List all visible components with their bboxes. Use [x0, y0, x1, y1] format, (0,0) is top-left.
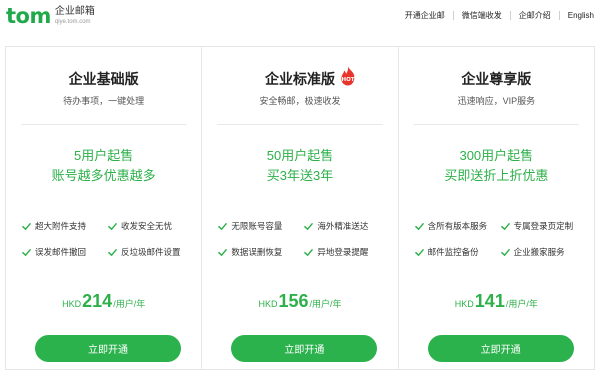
feature-item: 含所有版本服务 — [414, 220, 501, 232]
hot-flame-icon: HOT — [341, 66, 355, 86]
price-unit: /用户/年 — [113, 299, 146, 309]
plan-min-users: 5用户起售 — [74, 148, 134, 163]
price-amount: 156 — [278, 291, 309, 311]
plan-min-users: 300用户起售 — [459, 148, 534, 163]
feature-label: 数据误删恢复 — [231, 247, 283, 257]
nav-divider — [558, 11, 560, 20]
logo-wordmark: tom — [6, 4, 51, 28]
feature-item: 误发邮件撤回 — [22, 246, 108, 258]
feature-label: 专属登录页定制 — [513, 221, 574, 231]
plan-price: HKD 214 /用户/年 — [6, 291, 201, 312]
plan-min-users: 50用户起售 — [266, 148, 334, 163]
check-icon — [500, 248, 510, 256]
open-now-button[interactable]: 立即开通 — [427, 335, 574, 362]
check-icon — [108, 222, 117, 230]
check-icon — [500, 222, 510, 230]
plan-card-basic: 企业基础版 待办事项，一键处理 5用户起售 账号越多优惠越多 超大附件支持 收发… — [6, 47, 203, 369]
price-currency: HKD — [62, 299, 82, 309]
feature-label: 收发安全无忧 — [121, 221, 173, 231]
nav-divider — [452, 11, 454, 20]
divider — [413, 124, 579, 125]
plan-subtitle: 迅速响应，VIP服务 — [457, 96, 536, 106]
plan-subtitle: 安全畅邮，极速收发 — [259, 96, 341, 106]
price-unit: /用户/年 — [309, 299, 342, 309]
feature-item: 收发安全无忧 — [108, 220, 191, 232]
feature-item: 超大附件支持 — [22, 220, 108, 232]
price-amount: 214 — [82, 291, 113, 311]
plan-price: HKD 156 /用户/年 — [202, 291, 397, 312]
plan-card-standard: 企业标准版 HOT 安全畅邮，极速收发 50用户起售 买3年送3年 无限账号容量… — [202, 47, 399, 369]
check-icon — [414, 222, 424, 230]
feature-label: 超大附件支持 — [35, 221, 87, 231]
check-icon — [108, 248, 117, 256]
hot-badge-text: HOT — [342, 77, 355, 83]
feature-item: 专属登录页定制 — [500, 220, 584, 232]
plan-subtitle: 待办事项，一键处理 — [63, 96, 145, 106]
plan-price: HKD 141 /用户/年 — [399, 291, 594, 312]
feature-label: 海外精准送达 — [317, 221, 369, 231]
plan-promotion: 账号越多优惠越多 — [51, 168, 156, 183]
feature-item: 邮件监控备份 — [414, 246, 501, 258]
nav-english[interactable]: English — [568, 11, 594, 20]
feature-item: 数据误删恢复 — [218, 246, 304, 258]
feature-item: 无限账号容量 — [218, 220, 304, 232]
check-icon — [414, 248, 424, 256]
feature-item: 异地登录提醒 — [304, 246, 387, 258]
plan-title: 企业基础版 — [68, 71, 139, 87]
feature-label: 误发邮件撤回 — [35, 247, 87, 257]
feature-item: 反垃圾邮件设置 — [108, 246, 191, 258]
open-now-button[interactable]: 立即开通 — [35, 335, 181, 362]
check-icon — [22, 222, 31, 230]
plan-card-premium: 企业尊享版 迅速响应，VIP服务 300用户起售 买即送折上折优惠 含所有版本服… — [399, 47, 594, 369]
feature-label: 含所有版本服务 — [427, 221, 488, 231]
divider — [21, 124, 187, 125]
price-amount: 141 — [474, 291, 505, 311]
logo-product-name: 企业邮箱 — [54, 6, 95, 17]
check-icon — [218, 222, 228, 230]
check-icon — [218, 248, 228, 256]
nav-wechat-mail[interactable]: 微信端收发 — [462, 10, 502, 21]
logo[interactable]: tom 企业邮箱 qiye.tom.com — [6, 4, 95, 28]
logo-subtitle: 企业邮箱 qiye.tom.com — [55, 6, 95, 26]
price-currency: HKD — [258, 299, 278, 309]
price-currency: HKD — [454, 299, 474, 309]
plan-title: 企业尊享版 — [461, 71, 532, 87]
open-now-button[interactable]: 立即开通 — [231, 335, 378, 362]
check-icon — [22, 248, 31, 256]
nav-open-enterprise-mail[interactable]: 开通企业邮 — [405, 10, 445, 21]
feature-label: 企业搬家服务 — [513, 247, 565, 257]
feature-list: 无限账号容量 海外精准送达 数据误删恢复 异地登录提醒 — [218, 220, 387, 258]
pricing-plans: 企业基础版 待办事项，一键处理 5用户起售 账号越多优惠越多 超大附件支持 收发… — [5, 46, 595, 370]
plan-promotion: 买3年送3年 — [266, 168, 334, 183]
check-icon — [304, 222, 314, 230]
nav-enterprise-intro[interactable]: 企邮介绍 — [519, 10, 551, 21]
check-icon — [304, 248, 314, 256]
top-header: tom 企业邮箱 qiye.tom.com 开通企业邮 微信端收发 企邮介绍 E… — [0, 0, 600, 36]
top-nav: 开通企业邮 微信端收发 企邮介绍 English — [405, 10, 594, 21]
feature-item: 企业搬家服务 — [500, 246, 584, 258]
plan-promotion: 买即送折上折优惠 — [444, 168, 549, 183]
feature-list: 含所有版本服务 专属登录页定制 邮件监控备份 企业搬家服务 — [414, 220, 584, 258]
divider — [217, 124, 383, 125]
feature-item: 海外精准送达 — [304, 220, 387, 232]
price-unit: /用户/年 — [505, 299, 538, 309]
nav-divider — [509, 11, 511, 20]
feature-label: 无限账号容量 — [231, 221, 283, 231]
feature-list: 超大附件支持 收发安全无忧 误发邮件撤回 反垃圾邮件设置 — [22, 220, 191, 258]
feature-label: 邮件监控备份 — [427, 247, 479, 257]
logo-url: qiye.tom.com — [54, 19, 91, 25]
plan-title: 企业标准版 — [264, 71, 335, 87]
feature-label: 反垃圾邮件设置 — [121, 247, 181, 257]
feature-label: 异地登录提醒 — [317, 247, 369, 257]
